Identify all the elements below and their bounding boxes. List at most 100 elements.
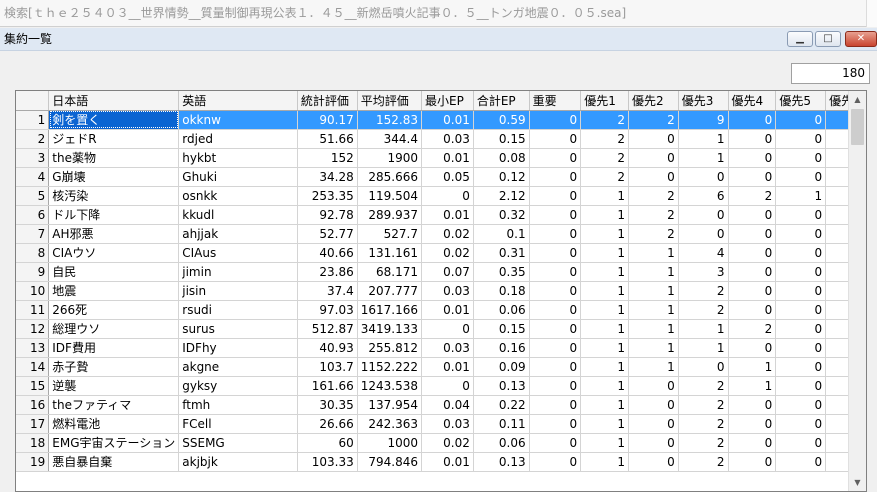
value-cell: 0.59 [473,110,530,130]
value-cell: 103.7 [297,357,358,377]
value-cell: 0 [728,110,777,130]
row-number[interactable]: 10 [16,281,50,301]
value-cell: 92.78 [297,205,358,225]
aggregation-grid[interactable]: 日本語 英語 統計評価 平均評価 最小EP 合計EP 重要 優先1 優先2 優先3 優先4 優先5 優先… [15,90,867,492]
column-header[interactable]: 合計EP [473,91,530,111]
table-row[interactable]: 1 剣を置く okknw 90.17 152.83 0.01 0.59 0 2 2 9 0 0 [16,110,866,130]
table-row[interactable]: 4 G崩壊 Ghuki 34.28 285.666 0.05 0.12 0 2 0 0 0 0 [16,167,866,187]
table-row[interactable]: 12 総理ウソ surus 512.87 3419.133 0 0.15 0 1 1 1 2 0 [16,319,866,339]
value-cell: 30.35 [297,395,358,415]
value-cell: 2 [580,148,629,168]
row-number[interactable]: 16 [16,395,50,415]
column-header[interactable]: 優先4 [728,91,777,111]
row-number[interactable]: 8 [16,243,50,263]
value-cell: 0 [529,262,582,282]
table-row[interactable]: 7 AH邪悪 ahjjak 52.77 527.7 0.02 0.1 0 1 2 0 0 0 [16,224,866,244]
row-number[interactable]: 3 [16,148,50,168]
table-row[interactable]: 15 逆襲 gyksy 161.66 1243.538 0 0.13 0 1 0 2 1 0 [16,376,866,396]
row-number[interactable]: 5 [16,186,50,206]
value-cell: 1 [628,338,679,358]
value-cell: 0 [628,395,679,415]
row-number-header[interactable] [16,91,50,111]
search-query-field[interactable]: 検索[ｔｈｅ２５４０３__世界情勢__質量制御再現公表１．４５__新燃岳噴火記事… [0,0,867,27]
row-number[interactable]: 19 [16,452,50,472]
vertical-scrollbar[interactable]: ▲ ▼ [848,91,866,491]
column-header[interactable]: 優先5 [775,91,827,111]
table-row[interactable]: 3 the薬物 hykbt 152 1900 0.01 0.08 0 2 0 1 0 0 [16,148,866,168]
row-number[interactable]: 14 [16,357,50,377]
column-header[interactable]: 英語 [178,91,298,111]
table-row[interactable]: 9 自民 jimin 23.86 68.171 0.07 0.35 0 1 1 3 0 0 [16,262,866,282]
value-cell: 26.66 [297,414,358,434]
table-row[interactable]: 8 CIAウソ CIAus 40.66 131.161 0.02 0.31 0 1 1 4 0 0 [16,243,866,263]
scroll-up-icon[interactable]: ▲ [849,91,866,108]
row-number[interactable]: 12 [16,319,50,339]
column-header[interactable]: 最小EP [421,91,474,111]
column-header[interactable]: 優先3 [678,91,729,111]
row-number[interactable]: 9 [16,262,50,282]
row-number[interactable]: 11 [16,300,50,320]
table-row[interactable]: 17 燃料電池 FCell 26.66 242.363 0.03 0.11 0 1 0 2 0 0 [16,414,866,434]
column-header[interactable]: 重要 [529,91,582,111]
row-number[interactable]: 7 [16,224,50,244]
value-cell: 0 [529,338,582,358]
table-row[interactable]: 6 ドル下降 kkudl 92.78 289.937 0.01 0.32 0 1 2 0 0 0 [16,205,866,225]
table-row[interactable]: 2 ジェドR rdjed 51.66 344.4 0.03 0.15 0 2 0 1 0 0 [16,129,866,149]
value-cell: 1 [628,319,679,339]
record-count-field[interactable]: 180 [791,63,870,84]
scroll-thumb[interactable] [851,109,864,145]
value-cell: 0 [529,186,582,206]
value-cell: 1 [580,186,629,206]
table-row[interactable]: 18 EMG宇宙ステーション SSEMG 60 1000 0.02 0.06 0 1 0 2 0 0 [16,433,866,453]
table-row[interactable]: 5 核汚染 osnkk 253.35 119.504 0 2.12 0 1 2 6 2 1 [16,186,866,206]
table-row[interactable]: 13 IDF費用 IDFhy 40.93 255.812 0.03 0.16 0 1 1 1 0 0 [16,338,866,358]
value-cell: 1 [580,262,629,282]
table-row[interactable]: 14 赤子贄 akgne 103.7 1152.222 0.01 0.09 0 1 1 0 1 0 [16,357,866,377]
value-cell: 0 [728,262,777,282]
minimize-button[interactable]: ▁ [787,31,813,47]
value-cell: 0 [775,300,827,320]
english-cell: ahjjak [178,224,298,244]
table-row[interactable]: 10 地震 jisin 37.4 207.777 0.03 0.18 0 1 1 2 0 0 [16,281,866,301]
column-header[interactable]: 平均評価 [357,91,422,111]
table-row[interactable]: 11 266死 rsudi 97.03 1617.166 0.01 0.06 0 1 1 2 0 0 [16,300,866,320]
row-number[interactable]: 17 [16,414,50,434]
value-cell: 2 [628,205,679,225]
value-cell: 0 [678,205,729,225]
row-number[interactable]: 13 [16,338,50,358]
value-cell: 2 [678,300,729,320]
table-row[interactable]: 19 悪自暴自棄 akjbjk 103.33 794.846 0.01 0.13 0 1 0 2 0 0 [16,452,866,472]
english-cell: akgne [178,357,298,377]
value-cell: 0 [678,224,729,244]
value-cell: 97.03 [297,300,358,320]
japanese-cell: 総理ウソ [48,319,180,339]
japanese-cell: the薬物 [48,148,180,168]
row-number[interactable]: 1 [16,110,50,130]
row-number[interactable]: 4 [16,167,50,187]
value-cell: 1 [580,319,629,339]
column-header[interactable]: 優先1 [580,91,629,111]
column-header[interactable]: 日本語 [48,91,180,111]
value-cell: 0 [421,376,474,396]
column-header[interactable]: 優先2 [628,91,679,111]
row-number[interactable]: 6 [16,205,50,225]
value-cell: 0 [529,243,582,263]
value-cell: 207.777 [357,281,422,301]
value-cell: 0 [775,395,827,415]
maximize-button[interactable]: □ [815,31,841,47]
close-button[interactable]: ✕ [845,31,877,47]
english-cell: kkudl [178,205,298,225]
scroll-down-icon[interactable]: ▼ [849,474,866,491]
value-cell: 1617.166 [357,300,422,320]
table-row[interactable]: 16 theファティマ ftmh 30.35 137.954 0.04 0.22 0 1 0 2 0 0 [16,395,866,415]
value-cell: 2 [678,376,729,396]
value-cell: 0 [628,129,679,149]
value-cell: 2 [678,395,729,415]
value-cell: 1900 [357,148,422,168]
value-cell: 285.666 [357,167,422,187]
column-header[interactable]: 統計評価 [297,91,358,111]
row-number[interactable]: 2 [16,129,50,149]
row-number[interactable]: 15 [16,376,50,396]
value-cell: 131.161 [357,243,422,263]
row-number[interactable]: 18 [16,433,50,453]
